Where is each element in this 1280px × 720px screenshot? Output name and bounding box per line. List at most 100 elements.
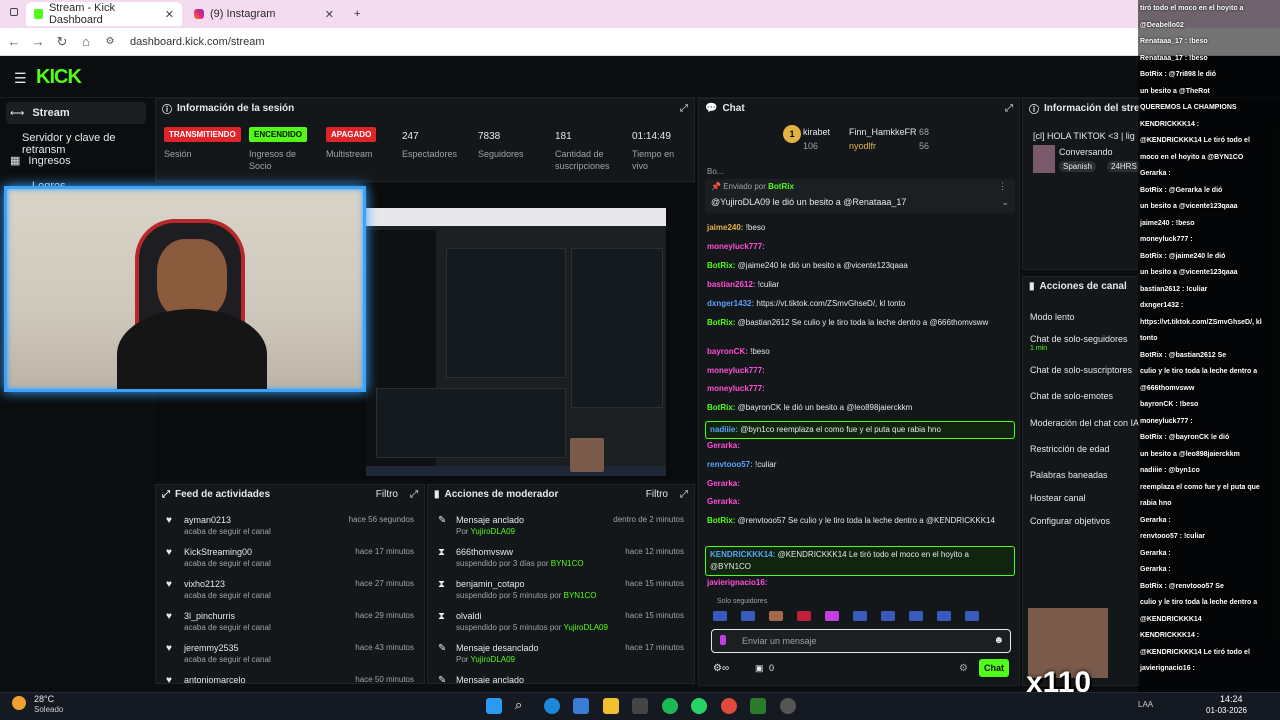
chat-message[interactable]: dxnger1432: https://vt.tiktok.com/ZSmvGh…	[707, 298, 1007, 310]
reload-icon[interactable]: ↻	[50, 34, 74, 50]
sidebar-item-ingresos[interactable]: ▦ Ingresos	[10, 154, 71, 168]
emote-icon[interactable]	[853, 611, 867, 621]
emote-icon[interactable]	[825, 611, 839, 621]
stream-title[interactable]: [cl] HOLA TIKTOK <3 | lig	[1033, 131, 1135, 141]
chat-username[interactable]: Gerarka:	[707, 497, 740, 506]
action-host-channel[interactable]: Hostear canal	[1030, 493, 1086, 503]
folder-icon[interactable]	[603, 698, 619, 714]
app-icon[interactable]	[632, 698, 648, 714]
emote-icon[interactable]	[741, 611, 755, 621]
expand-icon[interactable]: ⤢	[680, 489, 688, 500]
sidebar-item-server-key[interactable]: Servidor y clave de retransm	[22, 132, 150, 156]
chat-username[interactable]: BotRix:	[707, 261, 735, 270]
new-tab-button[interactable]: +	[346, 2, 366, 26]
pinned-message[interactable]: 📌 Enviado por BotRix @YujiroDLA09 le dió…	[705, 179, 1015, 213]
leader-name[interactable]: nyodlfr	[849, 141, 876, 151]
emote-icon[interactable]	[797, 611, 811, 621]
chat-username[interactable]: moneyluck777:	[707, 366, 765, 375]
action-banned-words[interactable]: Palabras baneadas	[1030, 470, 1108, 480]
site-info-icon[interactable]: ⚙	[98, 36, 122, 47]
chat-username[interactable]: renvtooo57:	[707, 460, 753, 469]
emoji-icon[interactable]: ☻	[993, 635, 1004, 646]
menu-icon[interactable]: ☰	[14, 70, 27, 87]
action-age-restriction[interactable]: Restricción de edad	[1030, 444, 1110, 454]
start-icon[interactable]	[486, 698, 502, 714]
expand-icon[interactable]: ⤢	[410, 489, 418, 500]
expand-icon[interactable]: ⤢	[1005, 103, 1013, 114]
search-icon[interactable]: ⌕	[515, 697, 522, 713]
chat-message[interactable]: nadiiie: @byn1co reemplaza el como fue y…	[705, 421, 1015, 439]
gift-icon[interactable]: ▣	[755, 663, 764, 674]
action-subscribers-only[interactable]: Chat de solo-suscriptores	[1030, 365, 1132, 375]
chat-username[interactable]: bayronCK:	[707, 347, 748, 356]
chat-username[interactable]: jaime240:	[707, 223, 743, 232]
chat-username[interactable]: moneyluck777:	[707, 384, 765, 393]
chrome-icon[interactable]	[721, 698, 737, 714]
clock-time[interactable]: 14:24	[1220, 694, 1243, 704]
emote-icon[interactable]	[713, 611, 727, 621]
chat-message[interactable]: moneyluck777:	[707, 241, 1007, 253]
chat-username[interactable]: BotRix:	[707, 318, 735, 327]
chat-message[interactable]: jaime240: !beso	[707, 222, 1007, 234]
chat-message[interactable]: BotRix: @bastian2612 Se culio y le tiro …	[707, 317, 1007, 329]
chat-message[interactable]: bayronCK: !beso	[707, 346, 1007, 358]
filter-button[interactable]: Filtro	[376, 489, 398, 500]
filter-button[interactable]: Filtro	[646, 489, 668, 500]
xbox-icon[interactable]	[750, 698, 766, 714]
home-icon[interactable]: ⌂	[74, 34, 98, 49]
chat-username[interactable]: BotRix:	[707, 403, 735, 412]
emote-icon[interactable]	[937, 611, 951, 621]
chat-message[interactable]: Gerarka:	[707, 478, 1007, 490]
send-chat-button[interactable]: Chat	[979, 659, 1009, 677]
chat-username[interactable]: Gerarka:	[707, 479, 740, 488]
chat-message[interactable]: Gerarka:	[707, 496, 1007, 508]
more-icon[interactable]: ⋮	[998, 181, 1007, 192]
input-language[interactable]: LAA	[1138, 700, 1153, 709]
emote-icon[interactable]	[769, 611, 783, 621]
leader-name[interactable]: kirabet	[803, 127, 830, 137]
chat-username[interactable]: Gerarka:	[707, 441, 740, 450]
chat-username[interactable]: nadiiie:	[710, 425, 738, 434]
close-tab-icon[interactable]: ✕	[165, 8, 174, 21]
kick-logo[interactable]: KICK	[36, 66, 82, 89]
chat-username[interactable]: moneyluck777:	[707, 242, 765, 251]
tab-kick-dashboard[interactable]: Stream - Kick Dashboard ✕	[26, 2, 182, 26]
tab-instagram[interactable]: (9) Instagram ✕	[186, 2, 342, 26]
expand-icon[interactable]: ⤢	[680, 103, 688, 114]
action-ai-moderation[interactable]: Moderación del chat con IA	[1030, 418, 1139, 428]
obs-icon[interactable]	[780, 698, 796, 714]
action-slow-mode[interactable]: Modo lento	[1030, 312, 1075, 322]
chat-settings-icon[interactable]: ⚙	[959, 663, 968, 674]
chat-message[interactable]: bastian2612: !culiar	[707, 279, 1007, 291]
category-name[interactable]: Conversando	[1059, 147, 1113, 157]
settings-icon[interactable]: ⚙∞	[713, 663, 729, 674]
forward-icon[interactable]: →	[26, 34, 50, 49]
chat-message[interactable]: Gerarka:	[707, 440, 1007, 452]
chat-input[interactable]: Enviar un mensaje ☻	[711, 629, 1011, 653]
chat-message[interactable]: moneyluck777:	[707, 365, 1007, 377]
sidebar-item-stream[interactable]: ⟷ Stream	[6, 102, 146, 124]
chat-username[interactable]: BotRix:	[707, 516, 735, 525]
action-followers-only[interactable]: Chat de solo-seguidores	[1030, 334, 1128, 344]
chat-message[interactable]: BotRix: @bayronCK le dió un besito a @le…	[707, 402, 1007, 414]
chat-username[interactable]: dxnger1432:	[707, 299, 754, 308]
clock-date[interactable]: 01-03-2026	[1206, 706, 1247, 715]
action-emotes-only[interactable]: Chat de solo-emotes	[1030, 391, 1113, 401]
chat-username[interactable]: javierignacio16:	[707, 578, 767, 587]
leader-name[interactable]: Finn_HamkkeFR	[849, 127, 917, 137]
chat-username[interactable]: KENDRICKKK14:	[710, 550, 775, 559]
whatsapp-icon[interactable]	[691, 698, 707, 714]
emote-icon[interactable]	[965, 611, 979, 621]
chat-message[interactable]: javierignacio16:	[707, 577, 1007, 589]
store-icon[interactable]	[573, 698, 589, 714]
chat-message[interactable]: renvtooo57: !culiar	[707, 459, 1007, 471]
action-configure-goals[interactable]: Configurar objetivos	[1030, 516, 1110, 526]
emote-icon[interactable]	[909, 611, 923, 621]
tab-menu-icon[interactable]	[10, 8, 18, 16]
back-icon[interactable]: ←	[2, 34, 26, 49]
close-tab-icon[interactable]: ✕	[325, 8, 334, 21]
emote-icon[interactable]	[881, 611, 895, 621]
edge-icon[interactable]	[544, 698, 560, 714]
chat-message[interactable]: BotRix: @jaime240 le dió un besito a @vi…	[707, 260, 1007, 272]
url-field[interactable]: dashboard.kick.com/stream	[130, 36, 265, 48]
